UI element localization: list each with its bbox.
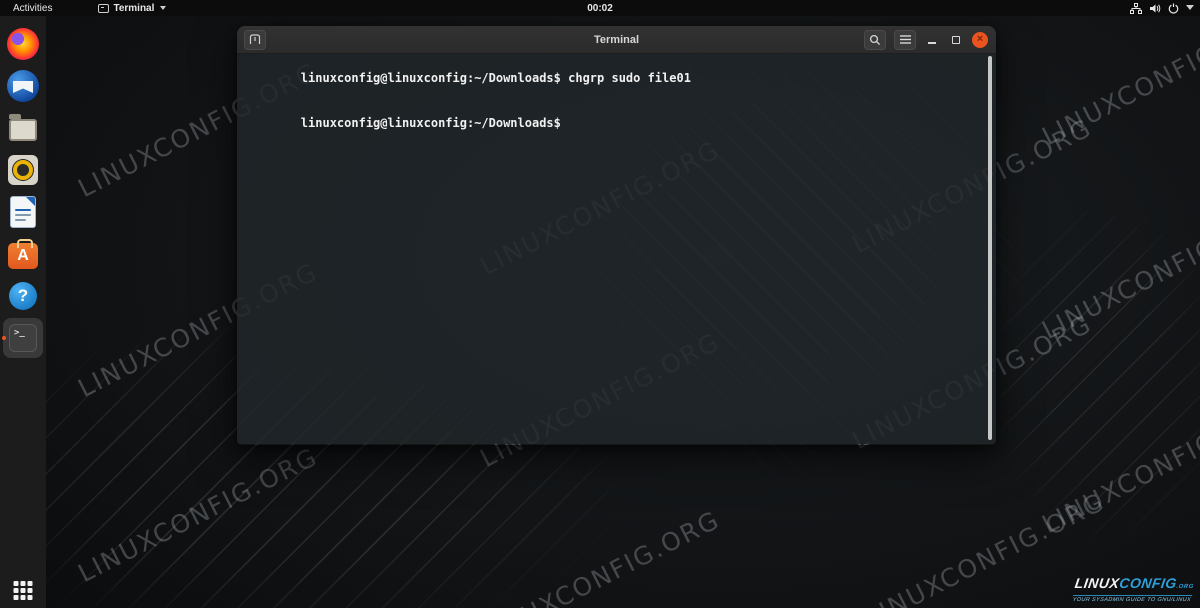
logo-wordmark-config: CONFIG: [1117, 575, 1178, 591]
writer-icon: [11, 197, 35, 227]
dock: A ? >_: [0, 16, 46, 608]
dock-item-firefox[interactable]: [3, 24, 43, 64]
minimize-icon: [928, 42, 936, 44]
help-icon-glyph: ?: [17, 286, 29, 305]
close-button[interactable]: ×: [972, 31, 988, 48]
logo-wordmark-linux: LINUX: [1073, 575, 1121, 591]
clock[interactable]: 00:02: [587, 3, 613, 14]
terminal-content[interactable]: linuxconfig@linuxconfig:~/Downloads$ chg…: [237, 54, 996, 444]
rhythmbox-icon: [8, 155, 38, 185]
terminal-line: linuxconfig@linuxconfig:~/Downloads$ chg…: [243, 56, 990, 101]
logo-tagline: YOUR SYSADMIN GUIDE TO GNU/LINUX: [1071, 595, 1193, 603]
new-tab-icon: [249, 34, 261, 44]
software-icon: A: [8, 239, 38, 269]
logo-wordmark-suffix: .ORG: [1175, 584, 1194, 590]
software-icon-glyph: A: [17, 247, 29, 264]
dock-item-writer[interactable]: [3, 192, 43, 232]
minimize-button[interactable]: [924, 32, 940, 48]
help-icon: ?: [9, 282, 37, 310]
dock-item-help[interactable]: ?: [3, 276, 43, 316]
close-icon: ×: [976, 32, 984, 45]
terminal-window: Terminal × linuxconfig@linuxconfig:~/Dow…: [237, 26, 996, 445]
terminal-icon: >_: [9, 324, 37, 352]
files-icon: [9, 114, 37, 141]
thunderbird-icon: [7, 70, 39, 102]
power-icon: [1168, 3, 1179, 14]
show-applications-button[interactable]: [13, 581, 33, 600]
new-tab-button[interactable]: [244, 29, 266, 50]
linuxconfig-logo: LINUXCONFIG.ORG YOUR SYSADMIN GUIDE TO G…: [1071, 575, 1195, 603]
terminal-scrollbar[interactable]: [988, 56, 992, 440]
dock-item-thunderbird[interactable]: [3, 66, 43, 106]
firefox-icon: [7, 28, 39, 60]
terminal-icon-glyph: >_: [14, 328, 25, 338]
app-menu-label: Terminal: [113, 2, 155, 14]
desktop: LINUXCONFIG.ORG LINUXCONFIG.ORG LINUXCON…: [0, 0, 1200, 608]
dock-item-software[interactable]: A: [3, 234, 43, 274]
shell-prompt: linuxconfig@linuxconfig:~/Downloads$: [300, 71, 561, 85]
network-icon: [1130, 2, 1142, 14]
running-indicator-dot: [2, 336, 6, 340]
search-button[interactable]: [864, 29, 886, 50]
volume-icon: [1150, 4, 1161, 12]
terminal-mini-icon: [98, 3, 110, 13]
maximize-icon: [952, 35, 960, 44]
maximize-button[interactable]: [948, 32, 964, 48]
terminal-titlebar[interactable]: Terminal ×: [237, 26, 996, 54]
dock-item-files[interactable]: [3, 108, 43, 148]
terminal-line: linuxconfig@linuxconfig:~/Downloads$: [243, 101, 990, 146]
menu-button[interactable]: [894, 29, 916, 50]
activities-button[interactable]: Activities: [9, 3, 56, 14]
app-menu-button[interactable]: Terminal: [98, 2, 167, 14]
dock-item-rhythmbox[interactable]: [3, 150, 43, 190]
shell-command: chgrp sudo file01: [560, 71, 691, 85]
hamburger-menu-icon: [899, 35, 911, 44]
search-icon: [869, 34, 881, 45]
chevron-down-icon: [1186, 5, 1194, 10]
top-bar: Activities Terminal 00:02: [0, 0, 1200, 16]
system-status-area[interactable]: [1130, 0, 1194, 16]
chevron-down-icon: [160, 6, 167, 10]
shell-prompt: linuxconfig@linuxconfig:~/Downloads$: [300, 116, 561, 130]
dock-item-terminal[interactable]: >_: [2, 318, 43, 358]
